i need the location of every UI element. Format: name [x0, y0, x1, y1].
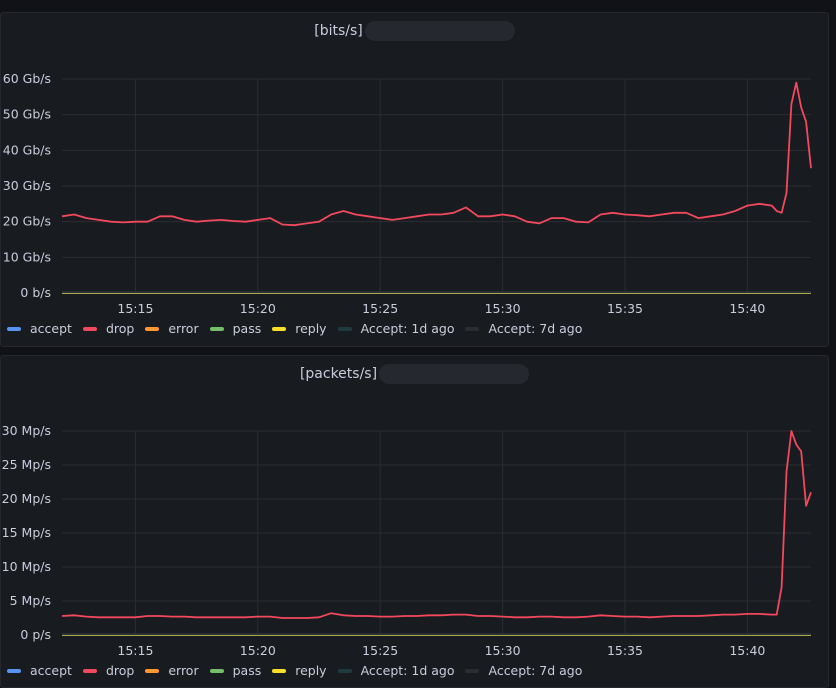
legend-item[interactable]: reply: [272, 321, 327, 336]
x-tick-label: 15:15: [117, 643, 153, 656]
legend-swatch: [337, 668, 352, 673]
legend-label: pass: [232, 321, 262, 336]
x-tick-label: 15:20: [240, 643, 276, 656]
legend-swatch: [145, 668, 160, 673]
y-tick-label: 20 Gb/s: [3, 214, 51, 229]
legend-item[interactable]: accept: [7, 663, 72, 678]
legend-item[interactable]: pass: [209, 663, 262, 678]
y-tick-label: 50 Gb/s: [3, 107, 51, 122]
legend-item[interactable]: Accept: 7d ago: [465, 321, 582, 336]
x-tick-label: 15:35: [607, 301, 643, 313]
chart-legend: accept drop error pass reply Accept: 1d ago Ac…: [7, 663, 593, 678]
y-tick-label: 0 b/s: [20, 285, 51, 300]
legend-label: Accept: 1d ago: [360, 321, 455, 336]
legend-label: reply: [295, 663, 327, 678]
legend-swatch: [7, 668, 21, 673]
x-tick-label: 15:30: [485, 301, 521, 313]
legend-item[interactable]: reply: [272, 663, 327, 678]
packets-chart[interactable]: 0 p/s 5 Mp/s 10 Mp/s 15 Mp/s 20 Mp/s 25 Mp/s 3…: [1, 356, 830, 656]
legend-label: Accept: 1d ago: [360, 663, 455, 678]
legend-item[interactable]: error: [145, 663, 199, 678]
series-line-drop[interactable]: [61, 430, 812, 619]
x-tick-label: 15:25: [362, 643, 398, 656]
legend-swatch: [209, 326, 224, 331]
legend-swatch: [465, 326, 480, 331]
y-tick-label: 5 Mp/s: [10, 593, 51, 608]
legend-swatch: [337, 326, 352, 331]
series-line-drop[interactable]: [61, 81, 812, 227]
y-tick-label: 10 Gb/s: [3, 249, 51, 264]
legend-swatch: [272, 326, 287, 331]
y-tick-label: 30 Mp/s: [2, 423, 51, 438]
x-tick-label: 15:30: [485, 643, 521, 656]
legend-swatch: [209, 668, 224, 673]
y-tick-label: 25 Mp/s: [2, 457, 51, 472]
legend-swatch: [82, 326, 97, 331]
legend-label: accept: [30, 321, 72, 336]
y-tick-label: 15 Mp/s: [2, 525, 51, 540]
x-tick-label: 15:15: [117, 301, 153, 313]
legend-swatch: [82, 668, 97, 673]
x-tick-label: 15:40: [729, 643, 765, 656]
legend-item[interactable]: Accept: 1d ago: [337, 663, 455, 678]
legend-item[interactable]: error: [145, 321, 199, 336]
legend-item[interactable]: drop: [82, 321, 135, 336]
legend-swatch: [465, 668, 480, 673]
bits-panel: [bits/s] 0 b/s 10 Gb/s 20 Gb/s 30 Gb/s 40 Gb…: [0, 12, 829, 347]
legend-label: Accept: 7d ago: [488, 321, 583, 336]
legend-label: error: [168, 321, 199, 336]
y-tick-label: 20 Mp/s: [2, 491, 51, 506]
legend-item[interactable]: Accept: 7d ago: [465, 663, 582, 678]
legend-label: drop: [105, 321, 135, 336]
legend-label: drop: [105, 663, 135, 678]
legend-item[interactable]: Accept: 1d ago: [337, 321, 455, 336]
x-tick-label: 15:35: [607, 643, 643, 656]
bits-chart[interactable]: 0 b/s 10 Gb/s 20 Gb/s 30 Gb/s 40 Gb/s 50 Gb/s…: [1, 13, 830, 313]
y-tick-label: 10 Mp/s: [2, 559, 51, 574]
legend-label: Accept: 7d ago: [488, 663, 583, 678]
y-tick-label: 0 p/s: [20, 627, 51, 642]
y-tick-label: 60 Gb/s: [3, 71, 51, 86]
legend-item[interactable]: drop: [82, 663, 135, 678]
x-tick-label: 15:25: [362, 301, 398, 313]
legend-label: error: [168, 663, 199, 678]
legend-item[interactable]: pass: [209, 321, 262, 336]
legend-item[interactable]: accept: [7, 321, 72, 336]
legend-label: pass: [232, 663, 262, 678]
y-tick-label: 30 Gb/s: [3, 178, 51, 193]
x-tick-label: 15:20: [240, 301, 276, 313]
x-tick-label: 15:40: [729, 301, 765, 313]
legend-swatch: [145, 326, 160, 331]
legend-label: reply: [295, 321, 327, 336]
y-tick-label: 40 Gb/s: [3, 142, 51, 157]
chart-legend: accept drop error pass reply Accept: 1d ago Ac…: [7, 321, 593, 336]
legend-label: accept: [30, 663, 72, 678]
packets-panel: [packets/s] 0 p/s 5 Mp/s 10 Mp/s 15 Mp/s 20 …: [0, 355, 829, 688]
legend-swatch: [7, 326, 21, 331]
legend-swatch: [272, 668, 287, 673]
